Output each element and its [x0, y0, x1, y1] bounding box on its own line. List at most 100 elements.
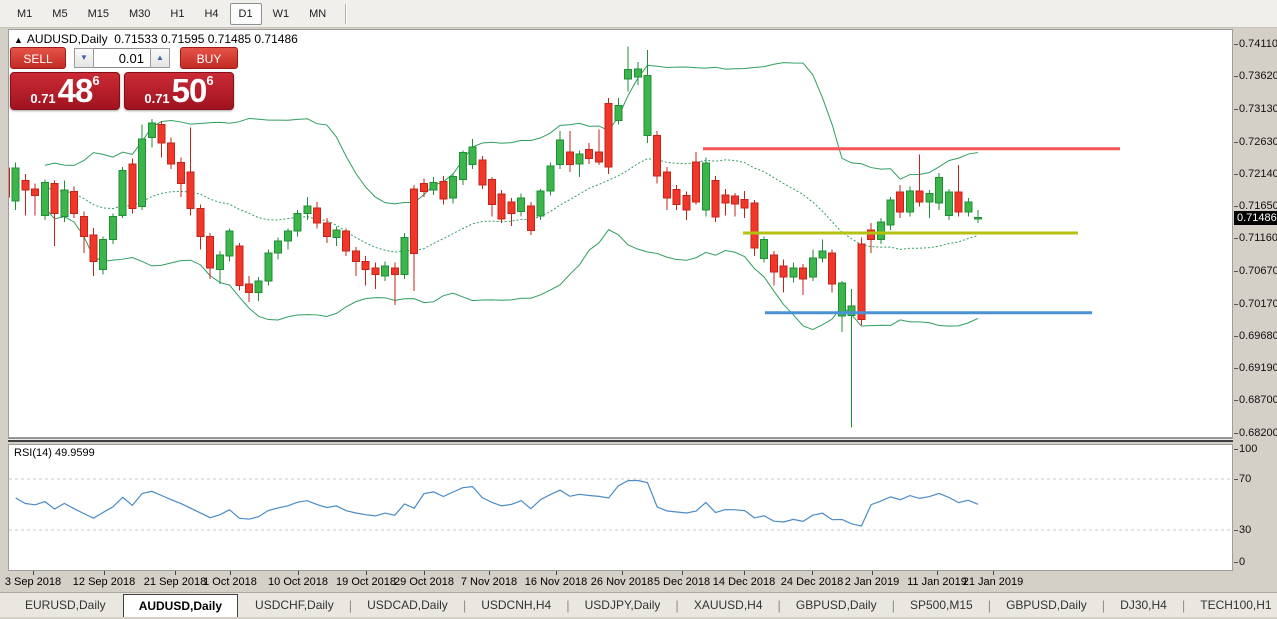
volume-increase-icon[interactable]: ▲	[150, 48, 170, 68]
buy-price-pip: 6	[206, 73, 214, 88]
buy-price-panel[interactable]: 0.71 50 6	[124, 72, 234, 110]
time-label: 26 Nov 2018	[590, 576, 654, 588]
pane-splitter[interactable]	[8, 438, 1233, 442]
time-label: 7 Nov 2018	[460, 576, 518, 588]
chart-tab-usdcnh-h4[interactable]: USDCNH,H4	[466, 593, 566, 617]
chart-tab-dj30-h4[interactable]: DJ30,H4	[1105, 593, 1182, 617]
time-tick	[489, 571, 490, 575]
price-tick-label: 0.68700	[1234, 394, 1277, 407]
sell-price-pip: 6	[92, 73, 100, 88]
chart-tab-bar: EURUSD,Daily AUDUSD,Daily USDCHF,Daily | USD…	[0, 592, 1277, 617]
time-axis[interactable]: 3 Sep 2018 12 Sep 2018 21 Sep 2018 1 Oct 20…	[4, 571, 1233, 592]
price-tick-label: 0.74110	[1234, 38, 1277, 51]
time-label: 21 Sep 2018	[143, 576, 207, 588]
price-tick-label: 0.69190	[1234, 362, 1277, 375]
price-tick-label: 0.69680	[1234, 329, 1277, 342]
time-tick	[937, 571, 938, 575]
chart-tab-usdchf-daily[interactable]: USDCHF,Daily	[240, 593, 349, 617]
time-label: 24 Dec 2018	[780, 576, 844, 588]
current-price-badge: 0.71486	[1234, 210, 1277, 225]
chart-tab-tech100-h1[interactable]: TECH100,H1	[1185, 593, 1277, 617]
time-label: 2 Jan 2019	[844, 576, 900, 588]
chart-ohlc-values: 0.71533 0.71595 0.71485 0.71486	[114, 32, 298, 46]
time-label: 21 Jan 2019	[962, 576, 1024, 588]
time-tick	[872, 571, 873, 575]
price-tick-label: 0.70170	[1234, 297, 1277, 310]
price-tick-label: 0.71160	[1234, 232, 1277, 245]
one-click-trading-panel: SELL ▼ ▲ BUY 0.71 48 6 0.71 50 6	[10, 47, 244, 110]
chart-title: ▲ AUDUSD,Daily 0.71533 0.71595 0.71485 0.…	[14, 32, 298, 46]
time-label: 5 Dec 2018	[653, 576, 711, 588]
time-label: 19 Oct 2018	[336, 576, 396, 588]
rsi-indicator-label: RSI(14) 49.9599	[14, 447, 95, 459]
timeframe-button-mn[interactable]: MN	[300, 3, 335, 25]
price-tick-label: 0.72140	[1234, 167, 1277, 180]
chart-tab-eurusd-daily[interactable]: EURUSD,Daily	[10, 593, 121, 617]
timeframe-button-m15[interactable]: M15	[79, 3, 118, 25]
rsi-scale-label: 30	[1233, 523, 1252, 536]
timeframe-toolbar: M1 M5 M15 M30 H1 H4 D1 W1 MN	[0, 0, 1277, 28]
timeframe-button-h4[interactable]: H4	[195, 3, 227, 25]
chart-tab-audusd-daily[interactable]: AUDUSD,Daily	[122, 594, 239, 617]
price-tick-label: 0.68200	[1234, 427, 1277, 440]
time-tick	[104, 571, 105, 575]
rsi-scale-label: 0	[1233, 556, 1246, 568]
time-tick	[744, 571, 745, 575]
time-label: 11 Jan 2019	[907, 576, 967, 588]
time-tick	[682, 571, 683, 575]
time-tick	[424, 571, 425, 575]
timeframe-button-m30[interactable]: M30	[120, 3, 159, 25]
chart-marker-icon: ▲	[14, 35, 23, 45]
chart-symbol-label: AUDUSD,Daily	[26, 32, 108, 46]
rsi-scale-label: 100	[1233, 443, 1258, 455]
chart-tab-sp500-m15[interactable]: SP500,M15	[895, 593, 988, 617]
rsi-scale-label: 70	[1233, 472, 1252, 485]
price-tick-label: 0.73130	[1234, 102, 1277, 115]
sell-price-panel[interactable]: 0.71 48 6	[10, 72, 120, 110]
time-tick	[556, 571, 557, 575]
time-label: 14 Dec 2018	[712, 576, 776, 588]
rsi-chart	[9, 478, 1232, 531]
price-tick-label: 0.72630	[1234, 135, 1277, 148]
time-tick	[622, 571, 623, 575]
sell-price-big-digits: 48	[57, 72, 94, 109]
buy-price-big-digits: 50	[171, 72, 208, 109]
rsi-line	[15, 479, 979, 527]
price-scale[interactable]: 0.74110 0.73620 0.73130 0.72630 0.72140 0.716…	[1233, 0, 1277, 619]
price-tick-label: 0.70670	[1234, 264, 1277, 277]
time-tick	[812, 571, 813, 575]
timeframe-button-w1[interactable]: W1	[264, 3, 299, 25]
sell-price-prefix: 0.71	[30, 91, 56, 106]
buy-price-prefix: 0.71	[144, 91, 170, 106]
time-label: 29 Oct 2018	[394, 576, 454, 588]
timeframe-button-m5[interactable]: M5	[43, 3, 76, 25]
time-label: 10 Oct 2018	[268, 576, 328, 588]
timeframe-button-m1[interactable]: M1	[8, 3, 41, 25]
time-label: 16 Nov 2018	[524, 576, 588, 588]
time-label: 12 Sep 2018	[72, 576, 136, 588]
timeframe-button-h1[interactable]: H1	[161, 3, 193, 25]
chart-tab-gbpusd-daily[interactable]: GBPUSD,Daily	[991, 593, 1102, 617]
time-label: 3 Sep 2018	[4, 576, 62, 588]
chart-tab-xauusd-h4[interactable]: XAUUSD,H4	[679, 593, 778, 617]
toolbar-separator	[345, 3, 348, 24]
chart-tab-usdjpy-daily[interactable]: USDJPY,Daily	[570, 593, 676, 617]
time-tick	[366, 571, 367, 575]
price-tick-label: 0.73620	[1234, 70, 1277, 83]
time-tick	[33, 571, 34, 575]
time-tick	[298, 571, 299, 575]
buy-button[interactable]: BUY	[180, 47, 238, 69]
horizontal-level-lines[interactable]	[703, 147, 1120, 315]
volume-decrease-icon[interactable]: ▼	[74, 48, 94, 68]
timeframe-button-d1[interactable]: D1	[229, 2, 262, 25]
chart-tab-gbpusd-daily[interactable]: GBPUSD,Daily	[781, 593, 892, 617]
time-label: 1 Oct 2018	[203, 576, 257, 588]
rsi-indicator-pane[interactable]	[8, 444, 1233, 571]
chart-tab-usdcad-daily[interactable]: USDCAD,Daily	[352, 593, 463, 617]
mt4-window: M1 M5 M15 M30 H1 H4 D1 W1 MN ▲ AUDUSD,Daily 0.715…	[0, 0, 1277, 619]
time-tick	[993, 571, 994, 575]
volume-input[interactable]	[94, 48, 150, 68]
volume-stepper: ▼ ▲	[74, 48, 170, 68]
sell-button[interactable]: SELL	[10, 47, 66, 69]
time-tick	[230, 571, 231, 575]
